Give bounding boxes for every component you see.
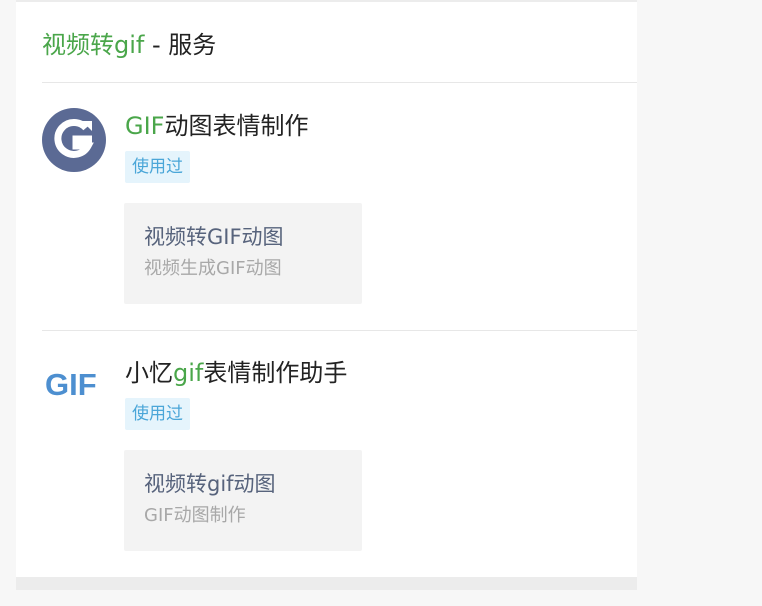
card-title: 视频转gif动图 bbox=[144, 472, 276, 496]
service-title-accent: gif bbox=[173, 359, 204, 387]
header-divider bbox=[42, 82, 637, 83]
card-subtitle: 视频生成GIF动图 bbox=[144, 258, 282, 279]
service-title-accent: GIF bbox=[125, 112, 165, 140]
header-suffix: - 服务 bbox=[144, 31, 217, 59]
section-header: 视频转gif - 服务 bbox=[42, 28, 216, 62]
card-title: 视频转GIF动图 bbox=[144, 225, 284, 249]
service-card-video-to-gif[interactable]: 视频转gif动图 GIF动图制作 bbox=[124, 450, 362, 551]
top-divider bbox=[16, 0, 637, 2]
header-keyword: 视频转gif bbox=[42, 31, 145, 59]
service-title-lead: 小忆 bbox=[125, 359, 173, 387]
service-divider bbox=[42, 330, 637, 331]
service-card-video-to-gif[interactable]: 视频转GIF动图 视频生成GIF动图 bbox=[124, 203, 362, 304]
service-item-xiaoyi-gif[interactable]: GIF 小忆gif表情制作助手 使用过 视频转gif动图 GIF动图制作 bbox=[42, 355, 637, 555]
used-badge: 使用过 bbox=[125, 151, 190, 183]
service-title-rest: 表情制作助手 bbox=[203, 359, 348, 387]
card-subtitle: GIF动图制作 bbox=[144, 505, 246, 526]
service-logo-g-icon bbox=[42, 108, 106, 172]
bottom-separator bbox=[16, 577, 637, 590]
service-item-gif-maker[interactable]: GIF动图表情制作 使用过 视频转GIF动图 视频生成GIF动图 bbox=[42, 108, 637, 308]
used-badge: 使用过 bbox=[125, 398, 190, 430]
service-title-rest: 动图表情制作 bbox=[164, 112, 309, 140]
service-title[interactable]: 小忆gif表情制作助手 bbox=[125, 357, 347, 389]
service-title[interactable]: GIF动图表情制作 bbox=[125, 110, 308, 142]
service-logo-gif-icon: GIF bbox=[45, 367, 97, 402]
